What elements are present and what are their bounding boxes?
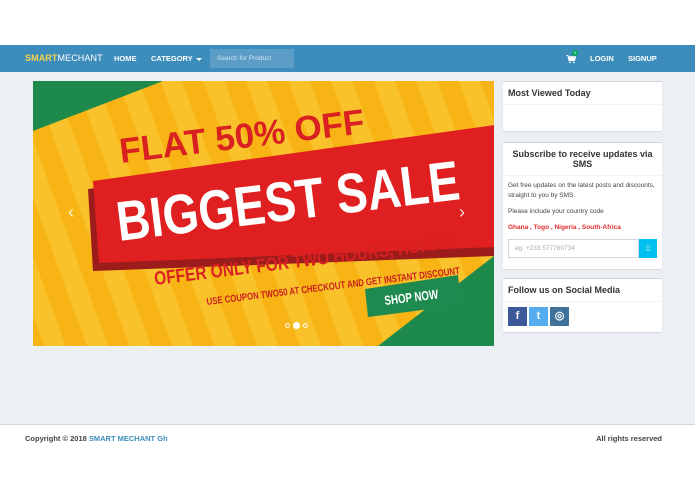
nav-login[interactable]: LOGIN xyxy=(590,45,614,72)
sms-description: Get free updates on the latest posts and… xyxy=(508,182,655,199)
sms-form: ▯ xyxy=(508,239,657,258)
nav-home[interactable]: HOME xyxy=(114,45,137,72)
sms-countries: Ghana , Togo , Nigeria , South-Africa xyxy=(508,224,621,231)
sms-include-note: Please include your country code xyxy=(508,208,604,215)
banner-carousel[interactable]: FLAT 50% OFF BIGGEST SALE OFFER ONLY FOR… xyxy=(33,81,494,346)
nav-category-dropdown[interactable]: CATEGORY xyxy=(151,45,202,72)
carousel-next-icon[interactable]: › xyxy=(455,201,469,223)
copyright-text: Copyright © 2018 SMART MECHANT Gh xyxy=(25,434,168,443)
nav-signup[interactable]: SIGNUP xyxy=(628,45,657,72)
top-navbar: SMARTMECHANT HOME CATEGORY 0 LOGIN SIGNU… xyxy=(0,45,695,72)
carousel-indicators xyxy=(285,321,308,329)
nav-category-label: CATEGORY xyxy=(151,54,193,63)
most-viewed-box: Most Viewed Today xyxy=(503,81,662,131)
main-content: FLAT 50% OFF BIGGEST SALE OFFER ONLY FOR… xyxy=(0,72,695,424)
sale-banner-image: FLAT 50% OFF BIGGEST SALE OFFER ONLY FOR… xyxy=(33,81,494,346)
social-icons: f t ◎ xyxy=(503,302,662,332)
caret-down-icon xyxy=(195,57,202,61)
sms-title: Subscribe to receive updates via SMS xyxy=(503,143,662,176)
sms-body: Get free updates on the latest posts and… xyxy=(503,176,662,263)
phone-input[interactable] xyxy=(508,239,639,258)
search-input[interactable] xyxy=(210,49,294,68)
brand-bold: SMART xyxy=(25,53,58,63)
cart-count-badge: 0 xyxy=(572,50,578,56)
carousel-prev-icon[interactable]: ‹ xyxy=(64,201,78,223)
twitter-icon[interactable]: t xyxy=(529,307,548,326)
carousel-dot-active[interactable] xyxy=(293,321,300,329)
social-media-box: Follow us on Social Media f t ◎ xyxy=(503,278,662,332)
facebook-icon[interactable]: f xyxy=(508,307,527,326)
most-viewed-title: Most Viewed Today xyxy=(503,82,662,105)
carousel-dot[interactable] xyxy=(285,322,290,328)
mobile-icon[interactable]: ▯ xyxy=(639,239,657,258)
page-footer: Copyright © 2018 SMART MECHANT Gh All ri… xyxy=(0,424,695,452)
social-title: Follow us on Social Media xyxy=(503,279,662,302)
rights-text: All rights reserved xyxy=(596,434,662,443)
brand-rest: MECHANT xyxy=(57,53,103,63)
footer-brand-link[interactable]: SMART MECHANT Gh xyxy=(89,434,168,443)
instagram-icon[interactable]: ◎ xyxy=(550,307,569,326)
brand-logo[interactable]: SMARTMECHANT xyxy=(25,45,103,72)
sms-subscribe-box: Subscribe to receive updates via SMS Get… xyxy=(503,142,662,269)
carousel-dot[interactable] xyxy=(303,322,308,328)
copyright-label: Copyright © 2018 xyxy=(25,434,87,443)
